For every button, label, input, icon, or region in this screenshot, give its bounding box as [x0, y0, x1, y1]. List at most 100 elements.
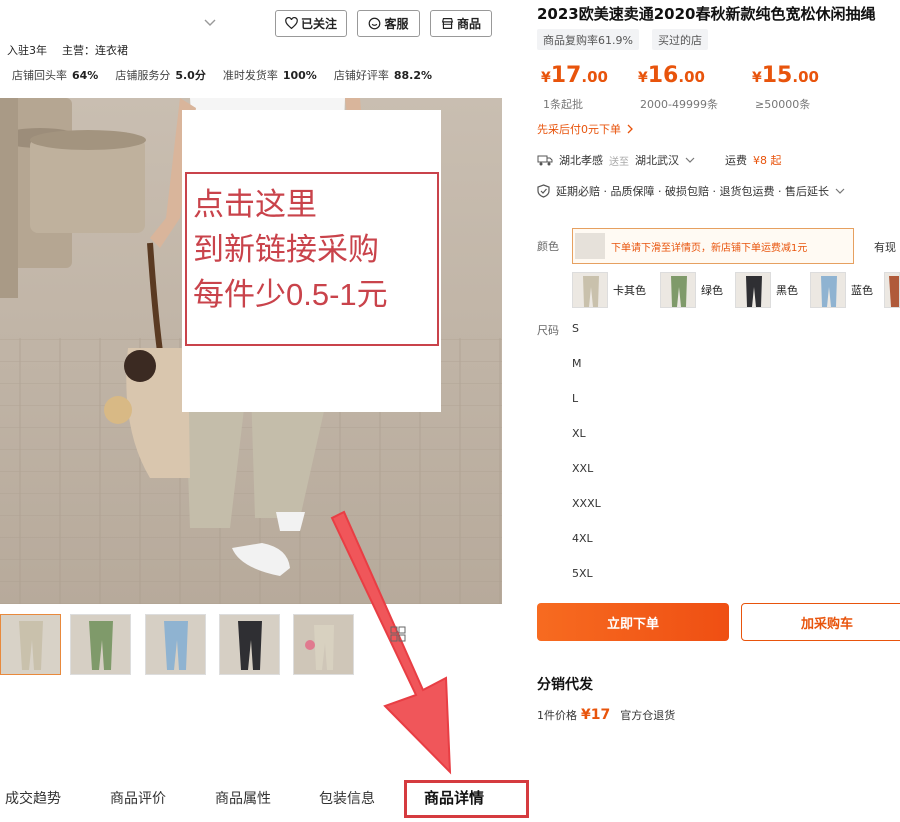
size-option[interactable]: XL — [572, 427, 586, 440]
tab-reviews[interactable]: 商品评价 — [110, 788, 166, 808]
pay-later-label: 先采后付0元下单 — [537, 123, 621, 136]
add-to-cart-button[interactable]: 加采购车 — [741, 603, 900, 641]
color-option-partial[interactable] — [884, 272, 900, 308]
chevron-down-icon[interactable] — [685, 156, 695, 164]
tab-packaging[interactable]: 包装信息 — [319, 788, 375, 808]
service-guarantees-row[interactable]: 延期必赔 · 品质保障 · 破损包赔 · 退货包运费 · 售后延长 — [537, 183, 845, 199]
thumbnail-3[interactable] — [145, 614, 206, 675]
swatch-blue — [810, 272, 846, 308]
tab-transaction-trend[interactable]: 成交趋势 — [5, 788, 61, 808]
swatch-khaki — [572, 272, 608, 308]
freight-label: 运费 — [725, 154, 747, 167]
product-title: 2023欧美速卖通2020春秋新款纯色宽松休闲抽绳 — [537, 5, 876, 23]
follow-button[interactable]: 已关注 — [275, 10, 347, 37]
truck-icon — [537, 155, 553, 166]
price-tier-1-condition: 1条起批 — [543, 98, 583, 111]
shop-goods-button[interactable]: 商品 — [430, 10, 492, 37]
shop-stats: 店铺回头率 64% 店铺服务分 5.0分 准时发货率 100% 店铺好评率 88.2% — [12, 67, 432, 83]
size-option[interactable]: XXXL — [572, 497, 601, 510]
stat-label: 准时发货率 — [222, 69, 278, 82]
price-tier-3: ¥15.00 — [752, 63, 819, 88]
shop-meta: 入驻3年 主营：连衣裙 — [7, 42, 128, 58]
stat-value: 88.2% — [393, 69, 432, 82]
distribution-info: 1件价格 ¥17 官方仓退货 — [537, 707, 675, 723]
distribution-title: 分销代发 — [537, 677, 593, 693]
color-label-khaki: 卡其色 — [613, 284, 646, 297]
more-option-text[interactable]: 有现 — [874, 239, 896, 255]
color-label-black: 黑色 — [776, 284, 798, 297]
thumbnail-1[interactable] — [0, 614, 61, 675]
service-guarantees: 延期必赔 · 品质保障 · 破损包赔 · 退货包运费 · 售后延长 — [556, 185, 829, 198]
chevron-down-icon — [835, 188, 845, 194]
heart-icon — [285, 17, 298, 30]
ship-to-word: 送至 — [609, 156, 629, 168]
color-option-khaki[interactable]: 卡其色 — [572, 272, 646, 308]
stat-value: 5.0分 — [175, 69, 206, 82]
chevron-down-icon[interactable] — [203, 18, 217, 28]
dist-price-label: 1件价格 — [537, 709, 577, 722]
stat-value: 64% — [72, 69, 99, 82]
price-decimal: .00 — [792, 68, 819, 86]
price-currency: ¥ — [638, 70, 648, 86]
color-label-blue: 蓝色 — [851, 284, 873, 297]
bought-store-tag: 买过的店 — [652, 29, 708, 50]
stat-label: 店铺服务分 — [115, 69, 171, 82]
size-option[interactable]: 4XL — [572, 532, 593, 545]
promo-line-3: 每件少0.5-1元 — [193, 277, 388, 312]
promo-line-2: 到新链接采购 — [193, 232, 379, 267]
shield-icon — [537, 184, 550, 198]
swatch-partial — [884, 272, 900, 308]
color-option-blue[interactable]: 蓝色 — [810, 272, 873, 308]
stat-value: 100% — [282, 69, 317, 82]
tab-attributes[interactable]: 商品属性 — [215, 788, 271, 808]
size-option[interactable]: S — [572, 322, 579, 335]
thumbnail-black-image — [220, 615, 279, 674]
size-option[interactable]: 5XL — [572, 567, 593, 580]
stat-ontime: 准时发货率 100% — [223, 67, 317, 83]
chevron-right-icon — [627, 124, 633, 134]
pay-later-link[interactable]: 先采后付0元下单 — [537, 121, 635, 137]
color-banner-option[interactable]: 下单请下滑至详情页，新店铺下单运费减1元 — [572, 228, 854, 264]
size-label: 尺码 — [537, 324, 559, 337]
swatch-green — [660, 272, 696, 308]
color-option-black[interactable]: 黑色 — [735, 272, 798, 308]
customer-service-button[interactable]: 客服 — [357, 10, 420, 37]
price-currency: ¥ — [752, 70, 762, 86]
price-integer: 16 — [647, 63, 679, 88]
customer-service-label: 客服 — [384, 17, 409, 31]
stat-label: 店铺回头率 — [12, 69, 67, 82]
banner-text: 下单请下滑至详情页，新店铺下单运费减1元 — [611, 242, 808, 254]
shipping-row: 湖北孝感 送至 湖北武汉 运费 ¥8 起 — [537, 152, 782, 168]
price-integer: 17 — [550, 63, 582, 88]
thumbnail-model-image — [294, 615, 353, 674]
color-option-green[interactable]: 绿色 — [660, 272, 723, 308]
grid-icon[interactable] — [390, 626, 406, 642]
thumbnail-4[interactable] — [219, 614, 280, 675]
swatch-black — [735, 272, 771, 308]
buy-now-button[interactable]: 立即下单 — [537, 603, 729, 641]
shop-goods-label: 商品 — [456, 17, 481, 31]
stat-label: 店铺好评率 — [333, 69, 389, 82]
dist-price: ¥17 — [581, 707, 611, 723]
thumbnail-5[interactable] — [293, 614, 354, 675]
promo-line-1: 点击这里 — [193, 187, 317, 222]
color-label: 颜色 — [537, 240, 559, 253]
shop-years: 入驻3年 — [7, 44, 47, 57]
thumbnail-2[interactable] — [70, 614, 131, 675]
stat-service: 店铺服务分 5.0分 — [115, 67, 206, 83]
follow-label: 已关注 — [300, 17, 337, 31]
thumbnail-blue-image — [146, 615, 205, 674]
price-tier-2-condition: 2000-49999条 — [640, 98, 718, 111]
dist-note: 官方仓退货 — [620, 709, 676, 722]
price-currency: ¥ — [541, 70, 551, 86]
size-option[interactable]: L — [572, 392, 578, 405]
ship-from: 湖北孝感 — [559, 154, 603, 167]
stat-repurchase: 店铺回头率 64% — [12, 67, 98, 83]
price-tier-2: ¥16.00 — [638, 63, 705, 88]
size-option[interactable]: XXL — [572, 462, 593, 475]
stat-rating: 店铺好评率 88.2% — [334, 67, 432, 83]
price-tier-1: ¥17.00 — [541, 63, 608, 88]
promo-overlay-box[interactable]: 点击这里 到新链接采购 每件少0.5-1元 — [185, 172, 439, 346]
size-option[interactable]: M — [572, 357, 582, 370]
ship-to-location[interactable]: 湖北武汉 — [635, 152, 679, 168]
